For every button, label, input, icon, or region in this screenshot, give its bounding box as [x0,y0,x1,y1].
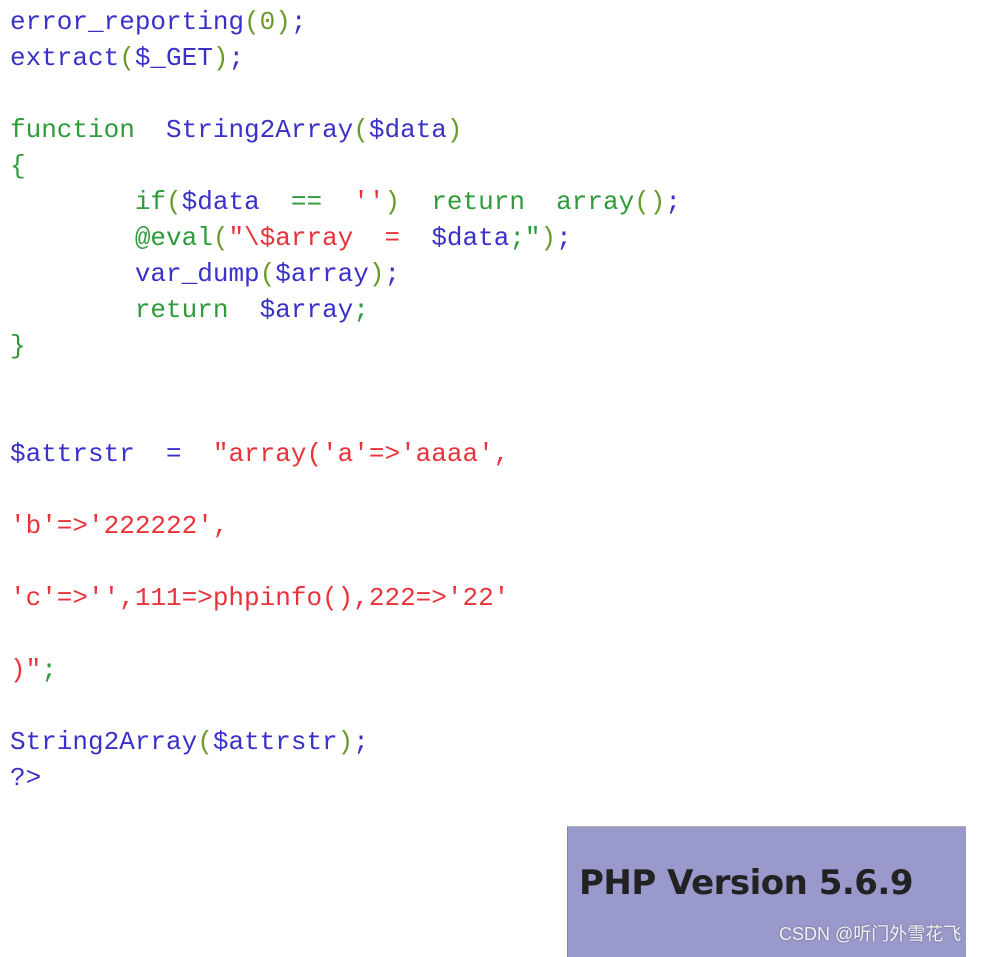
code-token: '' [353,187,385,217]
code-line: { [10,148,681,184]
code-token: ;" [509,223,541,253]
code-token: ; [556,223,572,253]
code-token: { [10,151,26,181]
code-token: return [400,187,557,217]
code-token: ; [353,295,369,325]
code-line: $attrstr = "array('a'=>'aaaa', [10,436,681,472]
code-token: ; [228,43,245,73]
code-token: $attrstr [212,727,338,757]
code-line: 'c'=>'',111=>phpinfo(),222=>'22' [10,580,681,616]
code-line: } [10,328,681,364]
code-token: String2Array [10,727,198,757]
code-token: $array [275,259,369,289]
code-token: ; [384,259,401,289]
code-line: error_reporting(0); [10,4,681,40]
code-token: )" [10,655,42,685]
code-token: $array [259,223,354,253]
code-token: ) [446,115,463,145]
code-token: ; [290,7,307,37]
code-token: String2Array [166,115,354,145]
code-token: = [353,223,432,253]
code-line: extract($_GET); [10,40,681,76]
code-token: function [10,115,135,145]
code-line: 'b'=>'222222', [10,508,681,544]
code-token: "\ [228,223,260,253]
code-token: if [134,187,167,217]
code-token: ; [353,727,369,757]
code-token: return [134,295,229,325]
code-token: ; [665,187,681,217]
code-token: $_GET [134,43,213,73]
code-token: ; [41,655,57,685]
code-token: ( [212,223,229,253]
code-line: )"; [10,652,681,688]
code-token: $data [431,223,510,253]
code-token: 'c'=>'',111=>phpinfo(),222=>'22' [10,583,510,613]
code-token: ) [384,187,401,217]
code-token: extract [10,43,120,73]
code-token: ( [259,259,276,289]
code-line: if($data == '') return array(); [10,184,681,220]
code-token: ) [368,259,385,289]
code-token: $attrstr [10,439,135,469]
php-version-title: PHP Version 5.6.9 [579,863,914,903]
code-line: ?> [10,760,681,796]
code-token: array [556,187,635,217]
code-token: $array [259,295,354,325]
code-token: var_dump [134,259,260,289]
code-token: @eval [134,223,213,253]
code-token: ( [353,115,369,145]
code-token: $data [368,115,447,145]
code-token: 'b'=>'222222', [10,511,229,541]
code-token: ) [212,43,229,73]
code-line: function String2Array($data) [10,112,681,148]
code-token: error_reporting [10,7,245,37]
code-token: ) [337,727,354,757]
watermark: CSDN @听门外雪花飞 [779,924,962,944]
code-line: String2Array($attrstr); [10,724,681,760]
code-token: = [134,439,213,469]
code-token: $data [181,187,260,217]
code-token: ( [166,187,182,217]
code-token: () [634,187,666,217]
code-token: ( [119,43,135,73]
code-token: ?> [10,763,42,793]
code-token: ( [197,727,213,757]
code-token: "array('a'=>'aaaa', [212,439,510,469]
code-token: ) [540,223,557,253]
code-line: var_dump($array); [10,256,681,292]
code-line: return $array; [10,292,681,328]
code-token: (0) [244,7,291,37]
php-source-code: error_reporting(0); extract($_GET); functi… [10,4,681,796]
code-token: } [10,331,26,361]
code-token: == [259,187,354,217]
code-line: @eval("\$array = $data;"); [10,220,681,256]
